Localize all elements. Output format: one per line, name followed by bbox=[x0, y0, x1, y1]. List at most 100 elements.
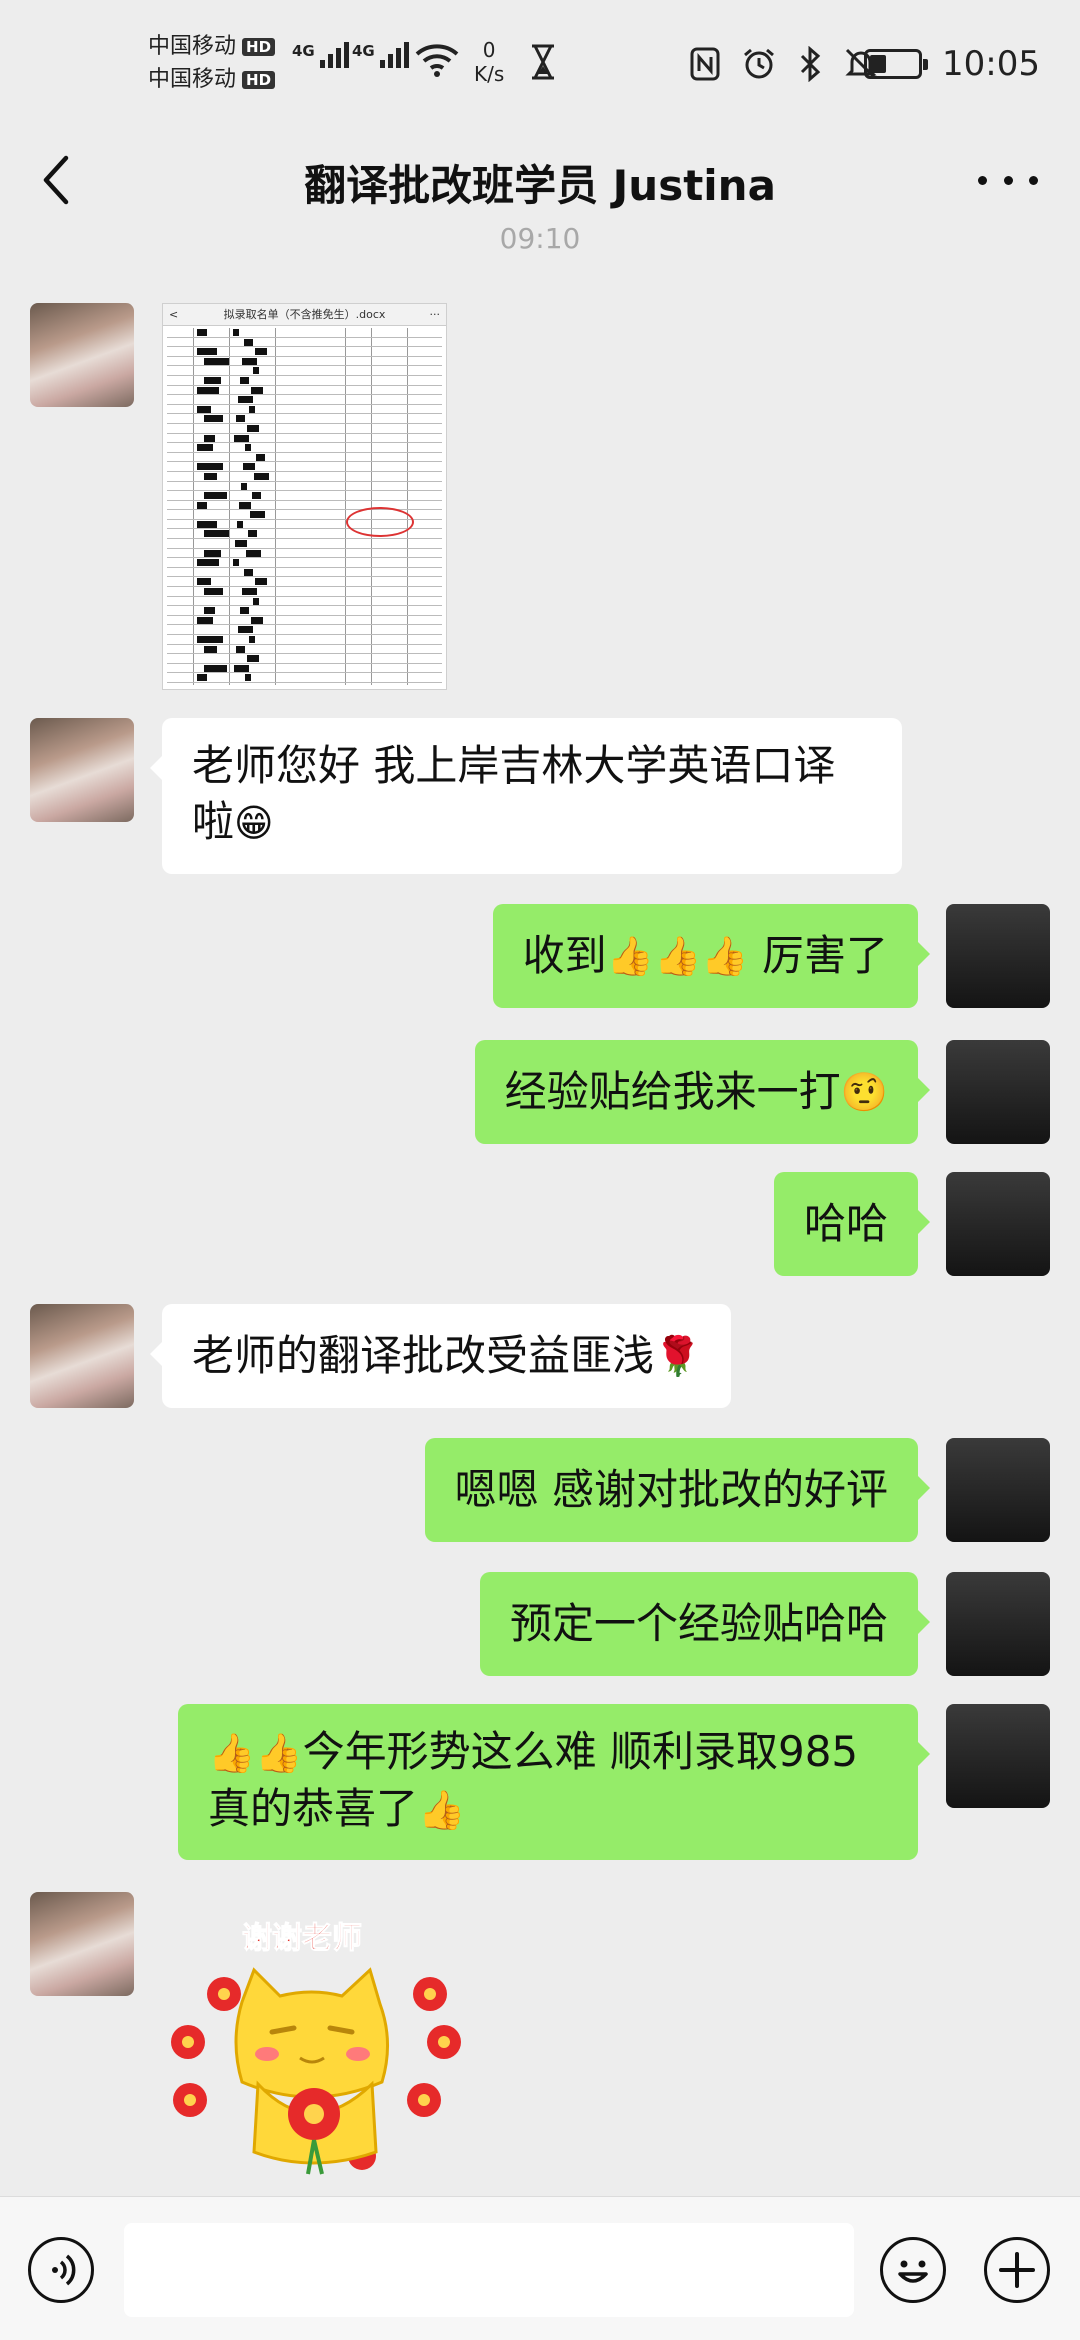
document-table-row bbox=[167, 501, 442, 511]
teacher-avatar[interactable] bbox=[946, 904, 1050, 1008]
document-image-header: < 拟录取名单（不含推免生）.docx ··· bbox=[163, 304, 446, 326]
message-bubble-outgoing[interactable]: 收到 👍👍👍 厉害了 bbox=[492, 904, 931, 1008]
document-table-row bbox=[167, 568, 442, 578]
message-text: 啦 bbox=[192, 797, 235, 846]
nfc-icon bbox=[690, 47, 720, 81]
bluetooth-icon bbox=[800, 46, 821, 82]
document-table-row bbox=[167, 664, 442, 674]
message-bubble-outgoing[interactable]: 预定一个经验贴哈哈 bbox=[479, 1572, 931, 1676]
message-bubble-incoming[interactable]: 老师的翻译批改受益匪浅 🌹 bbox=[149, 1304, 732, 1408]
document-table-row bbox=[167, 549, 442, 559]
battery-icon bbox=[864, 49, 928, 79]
document-table-row bbox=[167, 395, 442, 405]
status-bar: 中国移动 HD 中国移动 HD 4G 4G 0 K/s 10:05 bbox=[0, 0, 1080, 130]
carrier-name: 中国移动 bbox=[148, 67, 237, 92]
document-table-row bbox=[167, 328, 442, 338]
message-text: 老师的翻译批改受益匪浅 bbox=[192, 1331, 655, 1380]
document-table bbox=[167, 328, 442, 685]
student-avatar[interactable] bbox=[30, 718, 134, 822]
plus-icon[interactable] bbox=[984, 2237, 1050, 2303]
document-table-row bbox=[167, 558, 442, 568]
document-table-row bbox=[167, 491, 442, 501]
message-text: 老师您好 我上岸吉林大学英语口译 bbox=[192, 741, 836, 790]
message-text: 经验贴给我来一打 bbox=[504, 1067, 841, 1116]
message-input[interactable] bbox=[124, 2223, 854, 2317]
document-table-row bbox=[167, 434, 442, 444]
doc-more-glyph: ··· bbox=[429, 308, 441, 321]
network-speed: 0 K/s bbox=[474, 38, 504, 86]
signal-icon: 4G bbox=[292, 42, 349, 68]
document-table-row bbox=[167, 635, 442, 645]
document-table-row bbox=[167, 462, 442, 472]
message-bubble-outgoing[interactable]: 哈哈 bbox=[773, 1172, 931, 1276]
teacher-avatar[interactable] bbox=[946, 1040, 1050, 1144]
document-table-row bbox=[167, 482, 442, 492]
thumbs-up-emoji: 👍👍 bbox=[208, 1731, 303, 1775]
document-table-row bbox=[167, 424, 442, 434]
message-timestamp: 09:10 bbox=[499, 222, 581, 252]
document-table-row bbox=[167, 654, 442, 664]
message-text: 真的恭喜了 bbox=[208, 1784, 419, 1833]
document-table-row bbox=[167, 443, 442, 453]
message-bubble-incoming[interactable]: 老师您好 我上岸吉林大学英语口译 啦😁 bbox=[150, 718, 902, 874]
hd-badge: HD bbox=[242, 70, 276, 89]
highlight-circle bbox=[346, 507, 414, 537]
document-table-row bbox=[167, 414, 442, 424]
teacher-avatar[interactable] bbox=[946, 1172, 1050, 1276]
rose-emoji: 🌹 bbox=[654, 1334, 702, 1378]
clock: 10:05 bbox=[942, 44, 1040, 84]
signal-icon: 4G bbox=[352, 42, 409, 68]
document-table-row bbox=[167, 587, 442, 597]
skeptical-emoji: 🤨 bbox=[840, 1070, 888, 1114]
wifi-icon bbox=[415, 44, 459, 77]
carrier-info: 中国移动 HD 中国移动 HD bbox=[148, 30, 276, 96]
emoji-icon[interactable] bbox=[880, 2237, 946, 2303]
document-table-row bbox=[167, 606, 442, 616]
message-text: 今年形势这么难 顺利录取985 bbox=[302, 1727, 859, 1776]
message-text: 嗯嗯 感谢对批改的好评 bbox=[454, 1465, 888, 1514]
document-table-row bbox=[167, 376, 442, 386]
chat-header: 翻译批改班学员 Justina bbox=[0, 130, 1080, 230]
message-text: 收到 bbox=[522, 931, 607, 980]
message-text: 厉害了 bbox=[748, 931, 888, 980]
document-table-row bbox=[167, 338, 442, 348]
document-table-row bbox=[167, 357, 442, 367]
document-table-row bbox=[167, 625, 442, 635]
document-table-row bbox=[167, 347, 442, 357]
document-table-row bbox=[167, 405, 442, 415]
document-table-row bbox=[167, 453, 442, 463]
document-table-row bbox=[167, 472, 442, 482]
document-table-row bbox=[167, 366, 442, 376]
sticker-caption: 谢谢老师 bbox=[242, 1921, 362, 1956]
hourglass-icon bbox=[532, 44, 554, 80]
document-table-row bbox=[167, 673, 442, 683]
student-avatar[interactable] bbox=[30, 303, 134, 407]
hd-badge: HD bbox=[242, 37, 276, 56]
message-text: 哈哈 bbox=[803, 1199, 888, 1248]
document-table-row bbox=[167, 616, 442, 626]
thumbs-up-emoji: 👍 bbox=[418, 1788, 466, 1832]
message-bubble-outgoing[interactable]: 👍👍今年形势这么难 顺利录取985 真的恭喜了👍 bbox=[178, 1704, 930, 1860]
message-bubble-outgoing[interactable]: 经验贴给我来一打 🤨 bbox=[474, 1040, 931, 1144]
speed-unit: K/s bbox=[474, 62, 505, 86]
thank-you-cat-sticker[interactable]: 谢谢老师 bbox=[162, 1912, 472, 2182]
student-avatar[interactable] bbox=[30, 1892, 134, 1996]
chat-title: 翻译批改班学员 Justina bbox=[304, 161, 776, 210]
teacher-avatar[interactable] bbox=[946, 1438, 1050, 1542]
teacher-avatar[interactable] bbox=[946, 1572, 1050, 1676]
status-icons bbox=[690, 46, 878, 82]
grin-emoji: 😁 bbox=[234, 801, 274, 845]
document-image[interactable]: < 拟录取名单（不含推免生）.docx ··· bbox=[162, 303, 447, 690]
network-type: 4G bbox=[292, 42, 315, 60]
document-table-row bbox=[167, 577, 442, 588]
document-table-row bbox=[167, 597, 442, 607]
student-avatar[interactable] bbox=[30, 1304, 134, 1408]
input-bar bbox=[0, 2196, 1080, 2340]
document-table-row bbox=[167, 386, 442, 396]
teacher-avatar[interactable] bbox=[946, 1704, 1050, 1808]
more-dots-icon[interactable] bbox=[978, 170, 1038, 190]
network-type: 4G bbox=[352, 42, 375, 60]
message-bubble-outgoing[interactable]: 嗯嗯 感谢对批改的好评 bbox=[424, 1438, 931, 1542]
voice-icon[interactable] bbox=[28, 2237, 94, 2303]
message-text: 预定一个经验贴哈哈 bbox=[509, 1599, 888, 1648]
